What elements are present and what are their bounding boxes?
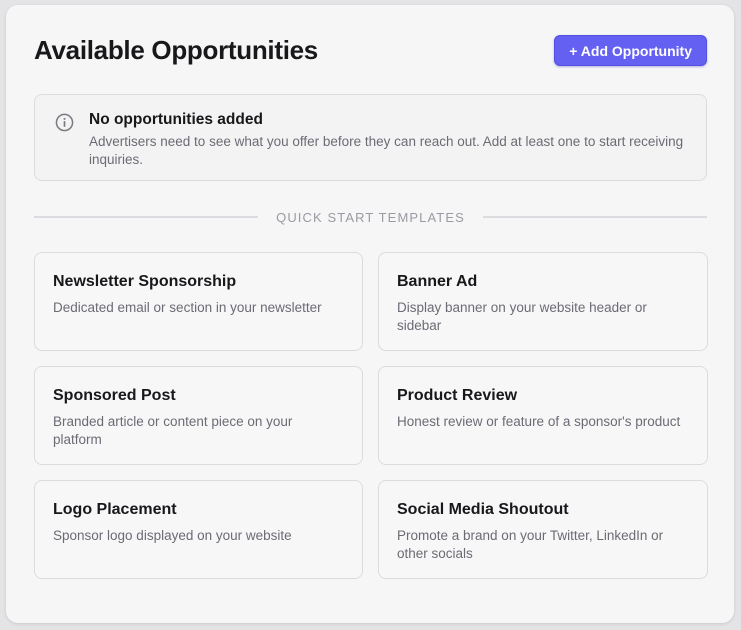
divider-line-right [482,216,707,218]
info-circle-icon [55,113,74,132]
template-card-sponsored-post[interactable]: Sponsored Post Branded article or conten… [34,366,363,465]
template-card-newsletter-sponsorship[interactable]: Newsletter Sponsorship Dedicated email o… [34,252,363,351]
template-title: Banner Ad [397,273,478,290]
divider-line-left [34,216,259,218]
page-title: Available Opportunities [34,35,318,65]
template-title: Newsletter Sponsorship [53,273,237,290]
template-title: Product Review [397,387,518,404]
template-card-social-media-shoutout[interactable]: Social Media Shoutout Promote a brand on… [378,480,708,579]
template-description: Dedicated email or section in your newsl… [53,300,322,315]
template-title: Sponsored Post [53,387,176,404]
template-description: Honest review or feature of a sponsor's … [397,414,681,429]
template-title: Social Media Shoutout [397,501,569,518]
template-description: Display banner on your website header or… [397,300,647,333]
empty-state-notice: No opportunities added Advertisers need … [34,94,707,181]
template-card-banner-ad[interactable]: Banner Ad Display banner on your website… [378,252,708,351]
opportunities-panel: Available Opportunities + Add Opportunit… [6,5,734,623]
template-title: Logo Placement [53,501,177,518]
notice-title: No opportunities added [89,111,263,128]
template-description: Promote a brand on your Twitter, LinkedI… [397,528,664,561]
template-card-logo-placement[interactable]: Logo Placement Sponsor logo displayed on… [34,480,363,579]
templates-divider: QUICK START TEMPLATES [34,207,707,227]
template-description: Sponsor logo displayed on your website [53,528,292,543]
notice-body: Advertisers need to see what you offer b… [89,134,684,167]
templates-grid: Newsletter Sponsorship Dedicated email o… [34,252,708,579]
add-opportunity-button[interactable]: + Add Opportunity [554,35,707,66]
template-description: Branded article or content piece on your… [53,414,293,447]
divider-label: QUICK START TEMPLATES [276,209,465,225]
template-card-product-review[interactable]: Product Review Honest review or feature … [378,366,708,465]
panel-header: Available Opportunities + Add Opportunit… [34,34,707,67]
